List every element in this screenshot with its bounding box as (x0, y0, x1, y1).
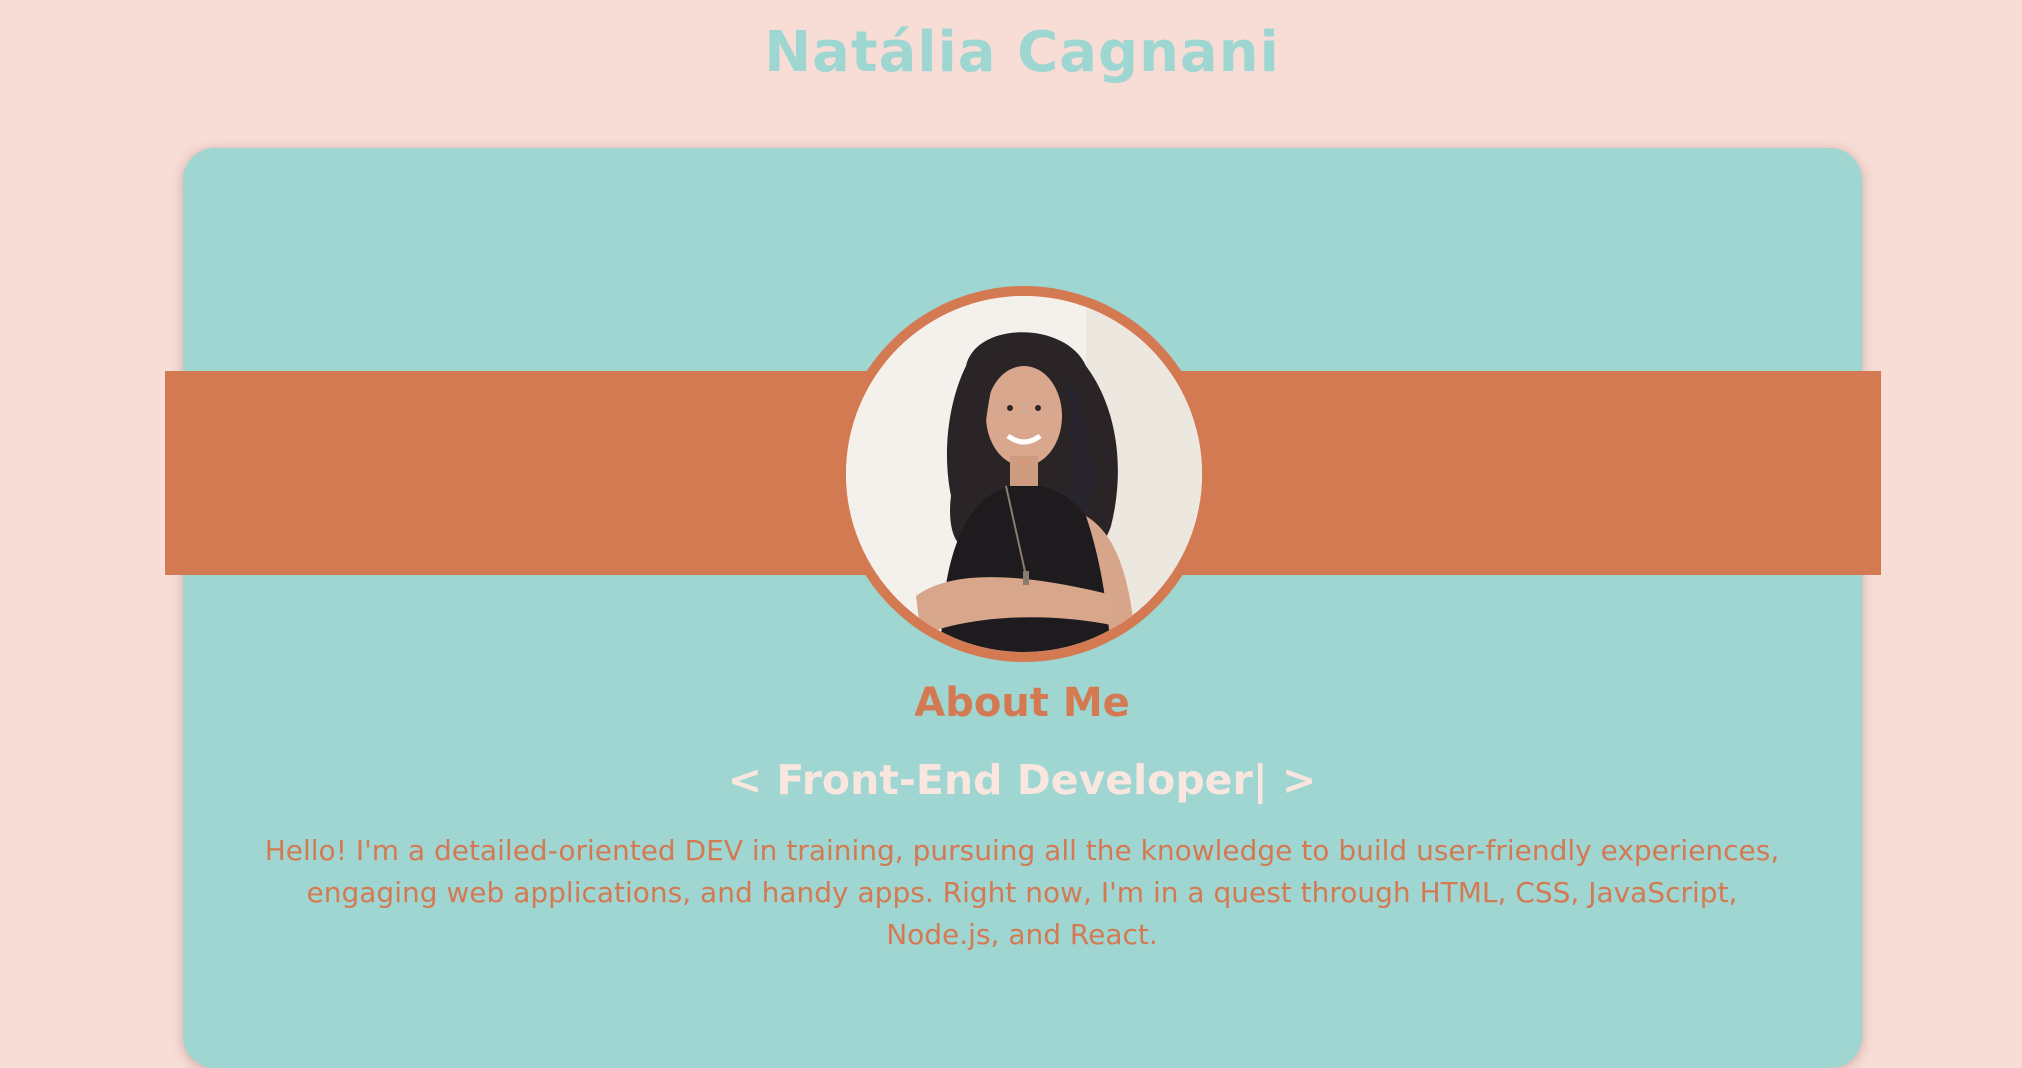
profile-photo-illustration (846, 296, 1202, 652)
about-heading: About Me (914, 680, 1130, 726)
profile-photo (846, 296, 1202, 652)
site-title: Natália Cagnani (764, 20, 1280, 85)
role-open-bracket: < (727, 756, 763, 804)
role-text: Front-End Developer| (776, 756, 1268, 804)
bio-text: Hello! I'm a detailed-oriented DEV in tr… (264, 834, 1780, 951)
role-close-bracket: > (1281, 756, 1317, 804)
avatar (836, 286, 1212, 662)
role-line: < Front-End Developer| > (0, 756, 2022, 804)
